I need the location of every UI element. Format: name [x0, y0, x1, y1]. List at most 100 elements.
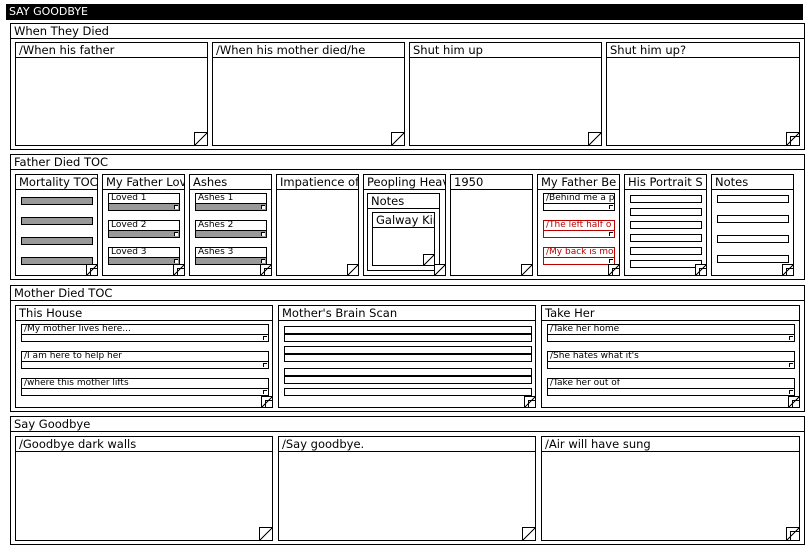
page-curl-stack-icon[interactable]	[695, 264, 706, 275]
page-curl-stack-icon[interactable]	[782, 264, 793, 275]
note-title: This House	[16, 306, 272, 321]
link-item[interactable]	[717, 255, 789, 263]
link-item[interactable]	[630, 221, 702, 229]
page-curl-icon[interactable]	[194, 132, 207, 145]
window-title-bar[interactable]: SAY GOODBYE	[6, 4, 803, 20]
note-shut-him-up[interactable]: Shut him up	[409, 42, 602, 146]
note-this-house[interactable]: This House /My mother lives here... /I a…	[15, 305, 273, 408]
note-galway-kinnell[interactable]: Galway Kinnell	[372, 212, 435, 266]
page-curl-stack-icon[interactable]	[261, 396, 272, 407]
note-title: Ashes	[190, 175, 271, 190]
page-curl-icon[interactable]	[521, 264, 532, 275]
link-item[interactable]: /She hates what it's	[547, 351, 795, 369]
page-curl-stack-icon[interactable]	[173, 264, 184, 275]
page-curl-stack-icon[interactable]	[788, 396, 799, 407]
link-item[interactable]: /Take her home	[547, 324, 795, 342]
page-curl-stack-icon[interactable]	[260, 264, 271, 275]
note-title: 1950	[451, 175, 532, 190]
note-shut-him-up-question[interactable]: Shut him up?	[606, 42, 800, 146]
page-curl-icon[interactable]	[391, 132, 404, 145]
note-title: /Air will have sung	[542, 437, 799, 452]
note-title: My Father Loved	[103, 175, 184, 190]
note-goodbye-dark-walls[interactable]: /Goodbye dark walls	[15, 436, 273, 541]
link-item[interactable]	[717, 235, 789, 243]
note-impatience-of[interactable]: Impatience of	[276, 174, 359, 276]
page-curl-icon	[609, 232, 613, 236]
page-curl-icon[interactable]	[259, 527, 272, 540]
page-curl-icon	[174, 205, 178, 209]
link-item[interactable]	[21, 257, 93, 265]
note-mortality-toc[interactable]: Mortality TOC	[15, 174, 98, 276]
note-when-his-father[interactable]: /When his father	[15, 42, 208, 146]
note-air-will-have-sung[interactable]: /Air will have sung	[541, 436, 800, 541]
note-ashes[interactable]: Ashes Ashes 1 Ashes 2 Ashes 3	[189, 174, 272, 276]
page-curl-icon	[263, 363, 267, 367]
note-1950[interactable]: 1950	[450, 174, 533, 276]
link-item[interactable]: /My back is mo	[543, 247, 615, 265]
link-item[interactable]	[284, 368, 532, 376]
section-title: Father Died TOC	[11, 155, 804, 170]
link-item[interactable]: Loved 2	[108, 220, 180, 238]
link-item[interactable]	[21, 237, 93, 245]
link-item[interactable]	[284, 388, 532, 396]
note-my-father-loved[interactable]: My Father Loved Loved 1 Loved 2 Loved 3	[102, 174, 185, 276]
link-item[interactable]: Ashes 2	[195, 220, 267, 238]
link-item[interactable]	[284, 354, 532, 362]
note-title: Impatience of	[277, 175, 358, 190]
link-item[interactable]: Loved 1	[108, 193, 180, 211]
note-mothers-brain-scan[interactable]: Mother's Brain Scan	[278, 305, 536, 408]
page-curl-icon[interactable]	[588, 132, 601, 145]
link-item[interactable]	[284, 334, 532, 342]
link-item[interactable]	[717, 215, 789, 223]
note-when-his-mother-died[interactable]: /When his mother died/he	[212, 42, 405, 146]
note-my-father-be[interactable]: My Father Be /Behind me a po /The left h…	[537, 174, 620, 276]
link-item[interactable]: /Take her out of	[547, 378, 795, 396]
link-item[interactable]	[630, 195, 702, 203]
note-title: Notes	[368, 194, 439, 209]
page-curl-stack-icon[interactable]	[524, 396, 535, 407]
link-item[interactable]	[630, 234, 702, 242]
link-item[interactable]: /where this mother lifts	[21, 378, 269, 396]
page-curl-stack-icon[interactable]	[786, 132, 799, 145]
note-title: Galway Kinnell	[373, 213, 434, 228]
note-his-portrait[interactable]: His Portrait S	[624, 174, 707, 276]
link-item[interactable]: /The left half o	[543, 220, 615, 238]
section-mother-died-toc[interactable]: Mother Died TOC This House /My mother li…	[10, 285, 805, 412]
note-title: Mother's Brain Scan	[279, 306, 535, 321]
link-item[interactable]	[284, 326, 532, 334]
note-notes[interactable]: Notes Galway Kinnell	[367, 193, 440, 271]
note-say-goodbye[interactable]: /Say goodbye.	[278, 436, 536, 541]
page-curl-icon[interactable]	[423, 254, 434, 265]
link-item[interactable]: Loved 3	[108, 247, 180, 265]
note-take-her[interactable]: Take Her /Take her home /She hates what …	[541, 305, 800, 408]
link-item[interactable]	[284, 346, 532, 354]
link-item[interactable]	[284, 376, 532, 384]
page-curl-stack-icon[interactable]	[608, 264, 619, 275]
link-item[interactable]: Ashes 1	[195, 193, 267, 211]
note-peopling-heaven[interactable]: Peopling Heaven Notes Galway Kinnell	[363, 174, 446, 276]
link-item[interactable]	[21, 197, 93, 205]
page-curl-stack-icon[interactable]	[786, 527, 799, 540]
link-item[interactable]	[21, 217, 93, 225]
page-curl-stack-icon[interactable]	[86, 264, 97, 275]
link-item[interactable]	[717, 195, 789, 203]
page-curl-icon	[261, 259, 265, 263]
link-item[interactable]: /I am here to help her	[21, 351, 269, 369]
page-curl-icon[interactable]	[522, 527, 535, 540]
link-item[interactable]	[630, 208, 702, 216]
page-curl-icon	[789, 363, 793, 367]
note-notes-toc[interactable]: Notes	[711, 174, 794, 276]
link-item[interactable]	[630, 247, 702, 255]
link-item[interactable]	[630, 260, 702, 268]
note-title: Take Her	[542, 306, 799, 321]
section-when-they-died[interactable]: When They Died /When his father /When hi…	[10, 23, 805, 150]
section-father-died-toc[interactable]: Father Died TOC Mortality TOC My Father …	[10, 154, 805, 280]
note-title: /Goodbye dark walls	[16, 437, 272, 452]
link-item[interactable]: /Behind me a po	[543, 193, 615, 211]
link-item[interactable]: Ashes 3	[195, 247, 267, 265]
page-curl-icon[interactable]	[434, 264, 445, 275]
page-curl-icon[interactable]	[347, 264, 358, 275]
section-say-goodbye[interactable]: Say Goodbye /Goodbye dark walls /Say goo…	[10, 416, 805, 545]
page-curl-icon	[174, 259, 178, 263]
link-item[interactable]: /My mother lives here...	[21, 324, 269, 342]
